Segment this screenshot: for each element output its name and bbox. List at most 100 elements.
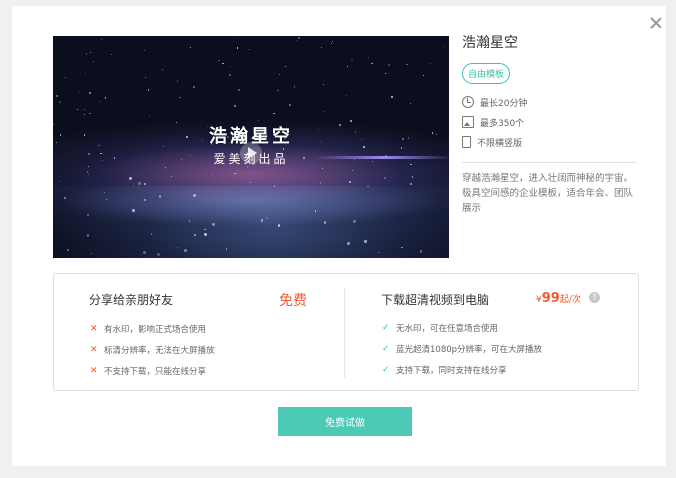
free-feature-text: 标清分辨率，无法在大屏播放 <box>104 346 215 356</box>
particle-band <box>53 186 449 258</box>
star-dot <box>104 97 107 99</box>
close-icon[interactable] <box>649 16 663 30</box>
free-feature-text: 不支持下载，只能在线分享 <box>104 367 207 377</box>
star-dot <box>410 182 413 186</box>
star-dot <box>76 109 78 111</box>
star-dot <box>423 75 424 76</box>
star-dot <box>212 222 216 226</box>
star-dot <box>295 40 297 42</box>
preview-subtitle: 爱美刻出品 <box>213 152 289 166</box>
star-dot <box>371 62 374 65</box>
star-dot <box>165 166 167 169</box>
star-dot <box>345 94 347 96</box>
star-dot <box>347 65 348 67</box>
star-dot <box>83 108 86 111</box>
star-dot <box>89 112 91 115</box>
star-dot <box>143 50 145 52</box>
star-dot <box>406 63 408 66</box>
star-dot <box>384 176 387 179</box>
star-dot <box>368 57 370 59</box>
meta-count-text: 最多350个 <box>480 118 525 129</box>
star-dot <box>86 234 89 237</box>
star-dot <box>351 58 353 61</box>
star-dot <box>177 80 179 82</box>
star-dot <box>60 181 62 183</box>
check-icon: ✓ <box>382 323 390 333</box>
star-dot <box>234 172 236 174</box>
free-feature-3: ✕ 不支持下载，只能在线分享 <box>90 365 206 377</box>
star-dot <box>184 249 187 252</box>
star-dot <box>85 73 86 75</box>
star-dot <box>352 169 354 171</box>
free-feature-text: 有水印，影响正式场合使用 <box>104 325 207 335</box>
template-name: 浩瀚星空 <box>462 35 518 51</box>
star-dot <box>101 38 103 40</box>
image-icon <box>462 116 474 128</box>
star-dot <box>257 120 259 122</box>
template-info: 浩瀚星空 自由模板 最长20分钟 最多350个 不限横竖版 穿越浩瀚星空，进入壮… <box>462 32 642 216</box>
star-dot <box>143 198 146 201</box>
free-feature-1: ✕ 有水印，影响正式场合使用 <box>90 323 206 335</box>
star-dot <box>321 168 323 170</box>
check-icon: ✓ <box>382 365 390 375</box>
star-dot <box>331 42 333 44</box>
star-dot <box>90 51 92 53</box>
star-dot <box>64 77 66 79</box>
star-dot <box>211 174 213 176</box>
star-dot <box>84 114 86 116</box>
price-tag: ¥99起/次 <box>536 291 581 306</box>
screen-icon <box>462 136 471 148</box>
info-divider <box>462 162 637 163</box>
star-dot <box>144 76 147 79</box>
price-unit: 起/次 <box>559 295 581 305</box>
star-dot <box>238 88 241 91</box>
check-icon: ✓ <box>382 344 390 354</box>
paid-feature-3: ✓ 支持下载，同时支持在线分享 <box>382 364 507 376</box>
meta-duration-text: 最长20分钟 <box>480 98 528 109</box>
star-dot <box>129 177 132 180</box>
star-dot <box>352 219 356 224</box>
meta-duration: 最长20分钟 <box>462 92 642 112</box>
free-badge: 免费 <box>279 293 307 309</box>
try-free-button[interactable]: 免费试做 <box>278 407 412 436</box>
star-dot <box>158 195 161 198</box>
paid-feature-text: 支持下载，同时支持在线分享 <box>396 366 507 376</box>
template-tag: 自由模板 <box>462 63 511 84</box>
star-dot <box>189 47 191 49</box>
paid-feature-text: 无水印，可在任意场合使用 <box>396 324 499 334</box>
star-dot <box>429 62 431 65</box>
star-dot <box>236 47 239 49</box>
paid-plan-heading: 下载超清视频到电脑 <box>381 293 490 307</box>
cross-icon: ✕ <box>90 345 98 355</box>
star-dot <box>277 89 279 92</box>
star-dot <box>161 68 163 70</box>
meta-count: 最多350个 <box>462 112 642 132</box>
star-dot <box>284 65 287 68</box>
star-dot <box>378 251 380 254</box>
video-preview[interactable]: 浩瀚星空 爱美刻出品 <box>53 36 449 258</box>
clock-icon <box>462 96 474 108</box>
star-dot <box>147 89 150 92</box>
paid-feature-text: 蓝光超清1080p分辨率，可在大屏播放 <box>396 345 543 355</box>
star-dot <box>348 180 351 183</box>
star-dot <box>384 73 386 74</box>
star-dot <box>86 214 89 217</box>
meta-orientation: 不限横竖版 <box>462 132 642 152</box>
star-dot <box>233 36 235 38</box>
star-dot <box>138 181 142 185</box>
star-dot <box>230 66 232 68</box>
star-dot <box>99 101 101 102</box>
star-dot <box>192 194 196 198</box>
star-dot <box>249 181 251 184</box>
star-dot <box>228 73 231 76</box>
meta-orientation-text: 不限横竖版 <box>477 138 523 149</box>
help-icon[interactable]: ? <box>589 292 600 303</box>
star-dot <box>85 53 88 55</box>
star-dot <box>409 102 412 105</box>
star-dot <box>222 62 224 64</box>
star-dot <box>58 101 61 104</box>
star-dot <box>218 59 220 62</box>
star-dot <box>273 185 276 187</box>
plan-comparison: 分享给亲朋好友 免费 ✕ 有水印，影响正式场合使用 ✕ 标清分辨率，无法在大屏播… <box>53 273 639 391</box>
preview-title: 浩瀚星空 <box>209 126 293 147</box>
